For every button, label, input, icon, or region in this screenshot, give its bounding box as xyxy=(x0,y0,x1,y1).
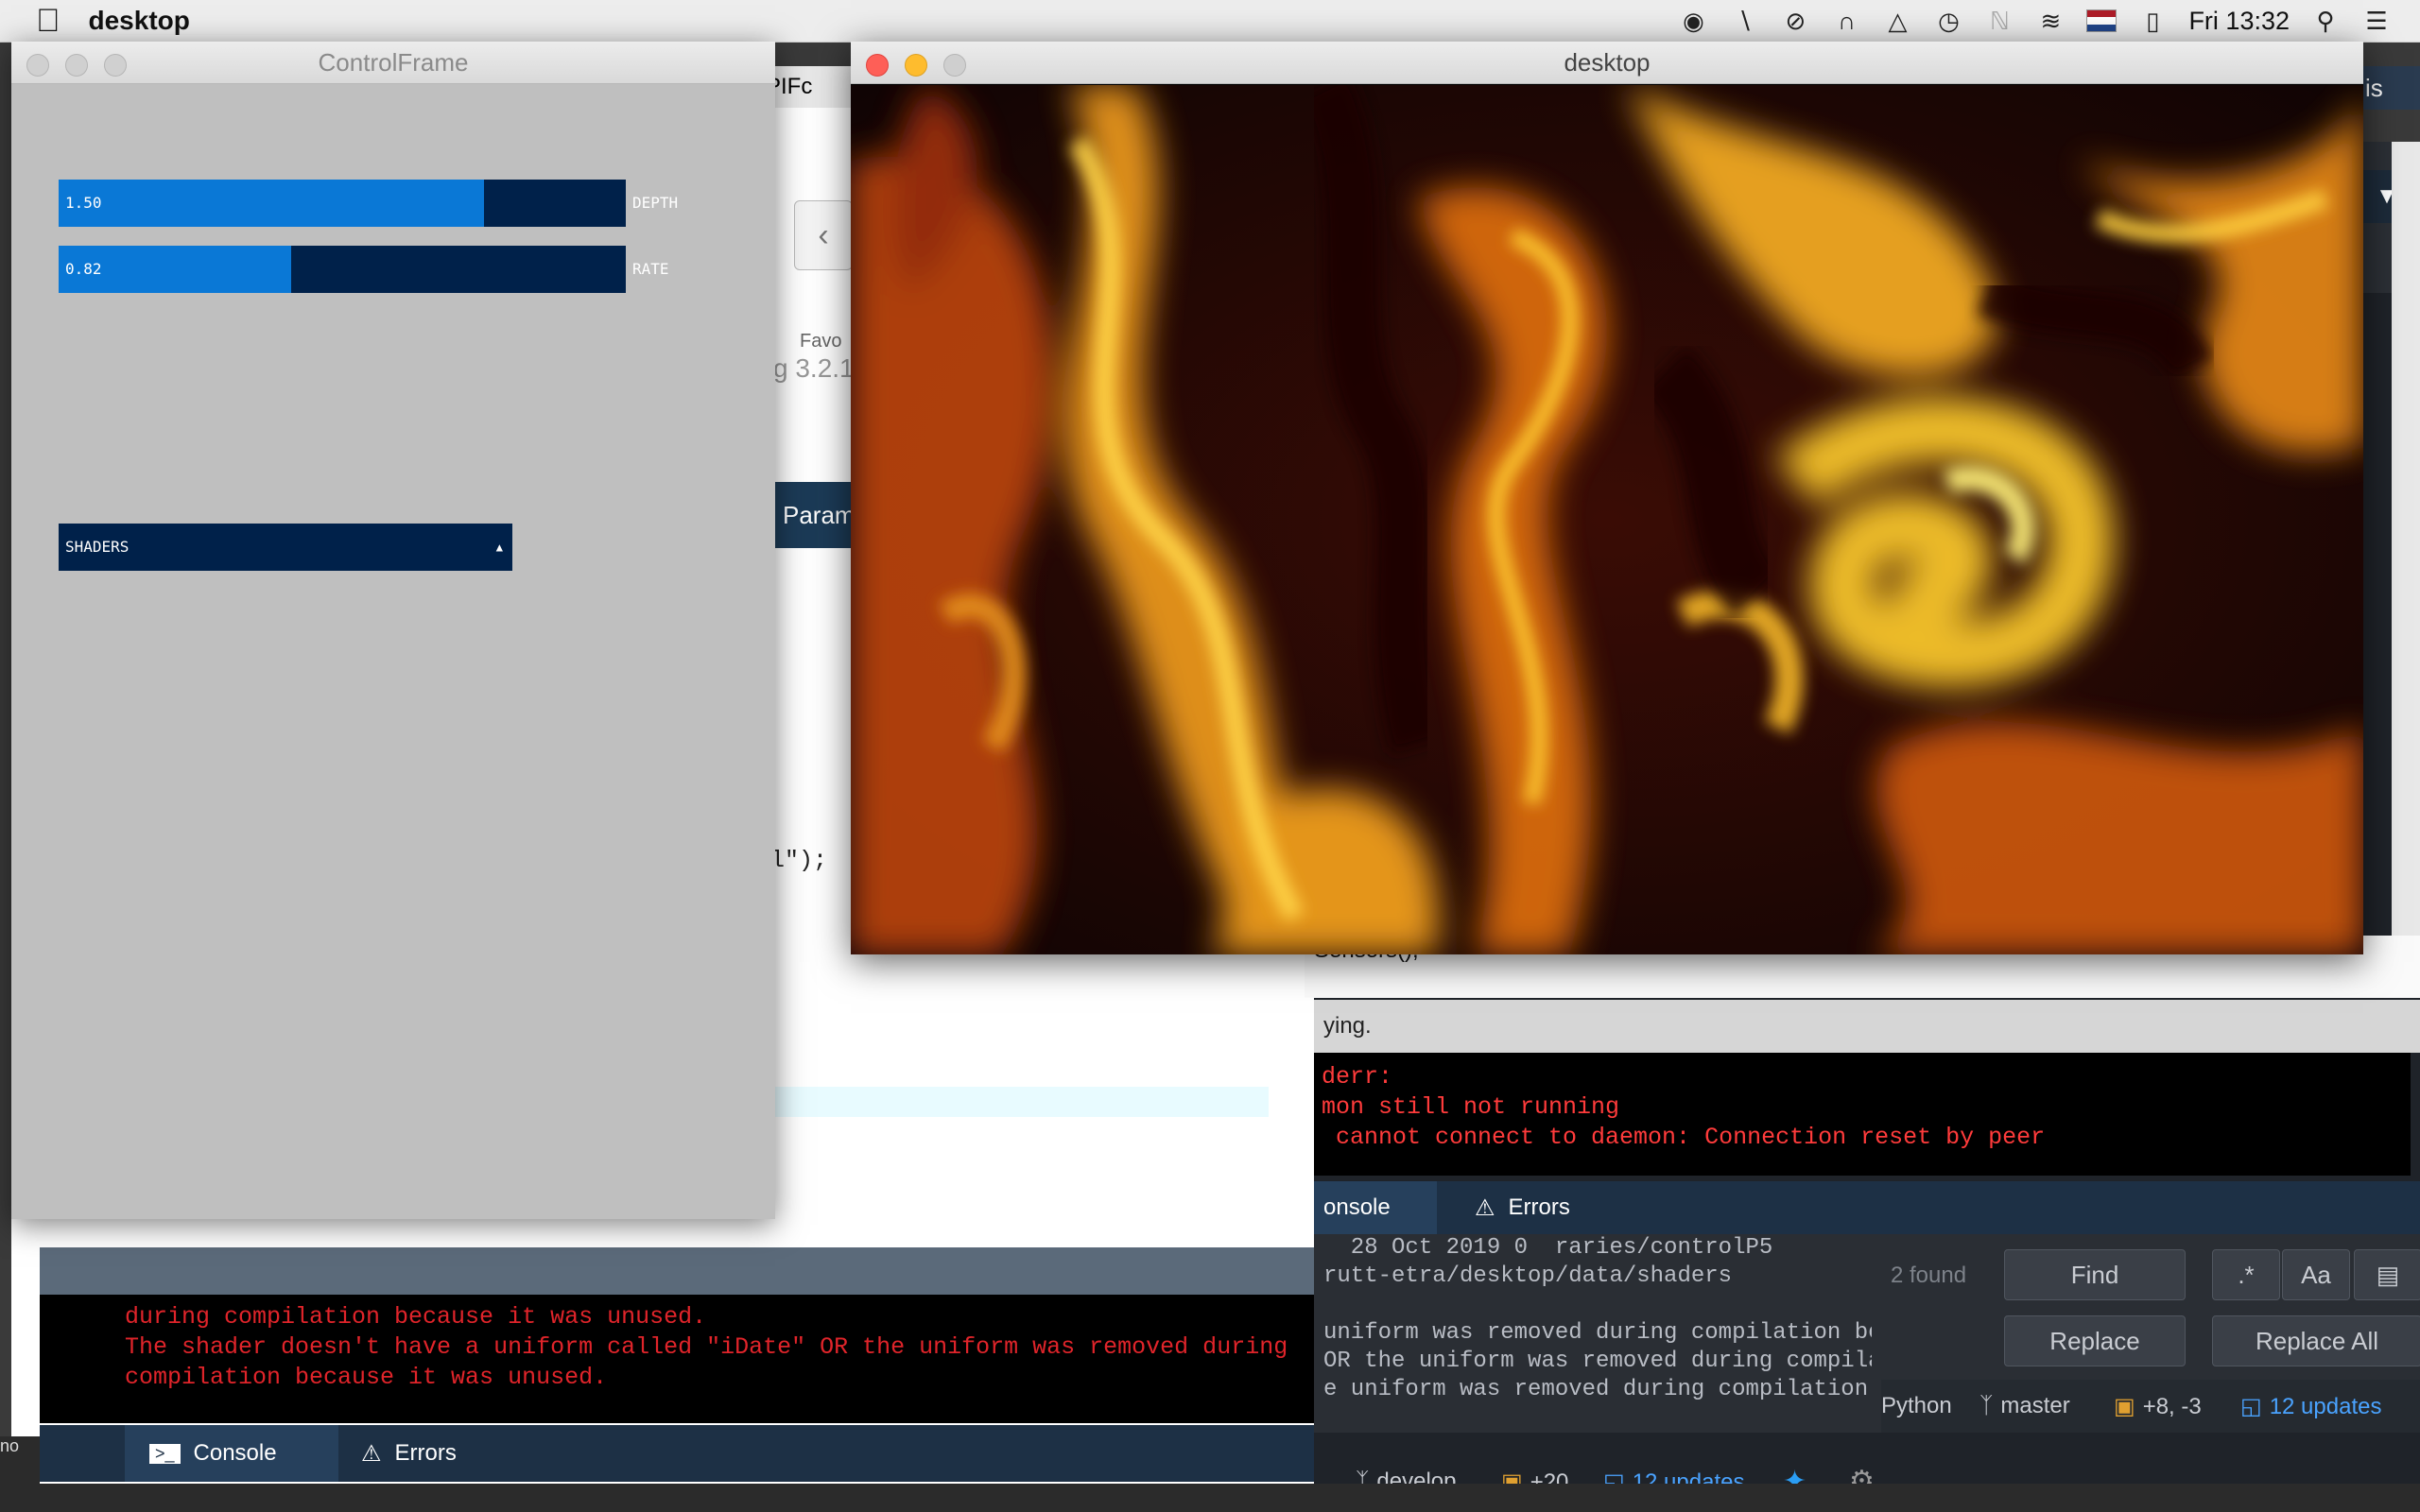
branch-label: master xyxy=(2000,1393,2070,1418)
result-line: uniform was removed during compilation b… xyxy=(1323,1320,1872,1346)
find-button[interactable]: Find xyxy=(2004,1249,2186,1300)
branch-icon: ᛉ xyxy=(1979,1393,1994,1418)
console-header xyxy=(40,1247,1325,1295)
close-icon[interactable] xyxy=(866,54,889,77)
scrollbar[interactable] xyxy=(2392,142,2420,992)
editor-console-tabs: >_ Console ⚠ Errors xyxy=(40,1425,1325,1482)
minimize-icon[interactable] xyxy=(905,54,927,77)
case-toggle[interactable]: Aa xyxy=(2282,1249,2350,1300)
editor-tab[interactable]: PIFc xyxy=(766,66,860,108)
version-label: g 3.2.1 xyxy=(773,353,855,383)
rate-slider[interactable]: 0.82 RATE xyxy=(59,246,669,293)
updates-label: 12 updates xyxy=(2269,1393,2382,1419)
tab-console-label: Console xyxy=(193,1440,277,1466)
spotify-icon[interactable]: ◉ xyxy=(1678,6,1708,36)
favorites-label: Favo xyxy=(800,331,842,352)
result-line: OR the uniform was removed during compil… xyxy=(1323,1349,1872,1374)
tab-errors-label: Errors xyxy=(394,1440,457,1466)
clock[interactable]: Fri 13:32 xyxy=(2188,7,2290,36)
maximize-icon[interactable] xyxy=(943,54,966,77)
atom-status-line: ying. xyxy=(1314,1000,2420,1053)
search-icon[interactable]: ⚲ xyxy=(2310,6,2341,36)
drive-icon[interactable]: △ xyxy=(1882,6,1912,36)
found-count: 2 found xyxy=(1891,1263,1967,1288)
wand-icon[interactable]: ∖ xyxy=(1729,6,1759,36)
window-title: ControlFrame xyxy=(318,48,469,77)
result-line: rutt-etra/desktop/data/shaders xyxy=(1323,1263,1733,1289)
caret-up-icon: ▲ xyxy=(495,541,503,554)
atom-console: derr: mon still not running cannot conne… xyxy=(1314,1053,2411,1176)
diff-label: +8, -3 xyxy=(2142,1393,2202,1419)
window-controls xyxy=(866,54,966,77)
tab-console-label: onsole xyxy=(1323,1194,1391,1220)
left-fragment: no xyxy=(0,1436,40,1484)
status-area: ◉ ∖ ⊘ ∩ △ ◷ ℕ ≋ ▯ Fri 13:32 ⚲ ☰ xyxy=(1678,0,2392,42)
slider-value: 1.50 xyxy=(65,194,102,212)
result-line: 28 Oct 2019 0 raries/controlP5 xyxy=(1323,1235,1773,1261)
slider-value: 0.82 xyxy=(65,260,102,278)
list-icon[interactable]: ☰ xyxy=(2361,6,2392,36)
menu-bar:  desktop ◉ ∖ ⊘ ∩ △ ◷ ℕ ≋ ▯ Fri 13:32 ⚲ … xyxy=(0,0,2420,43)
branch-selector[interactable]: ᛉ master xyxy=(1979,1393,2070,1419)
tab-errors-label: Errors xyxy=(1508,1194,1570,1220)
shaders-dropdown[interactable]: SHADERS ▲ xyxy=(59,524,512,571)
close-icon[interactable] xyxy=(26,54,49,77)
tab-errors[interactable]: ⚠ Errors xyxy=(342,1425,531,1482)
window-title: desktop xyxy=(1564,48,1651,77)
titlebar[interactable]: desktop xyxy=(851,42,2363,84)
wifi-icon[interactable]: ≋ xyxy=(2035,6,2066,36)
dock xyxy=(0,1484,2420,1512)
find-results: 28 Oct 2019 0 raries/controlP5 rutt-etra… xyxy=(1323,1234,1872,1433)
whole-word-icon[interactable]: ▤ xyxy=(2354,1249,2420,1300)
grammar-selector[interactable]: Python xyxy=(1881,1393,1952,1419)
circle-icon[interactable]: ⊘ xyxy=(1780,6,1810,36)
apple-icon[interactable]:  xyxy=(36,3,60,40)
console-line: derr: xyxy=(1322,1063,1393,1091)
app-name[interactable]: desktop xyxy=(89,6,190,36)
updates-indicator[interactable]: ◱ 12 updates xyxy=(2240,1393,2381,1420)
flag-nl-icon[interactable] xyxy=(2086,9,2118,32)
replace-button[interactable]: Replace xyxy=(2004,1315,2186,1366)
tab-console[interactable]: >_ Console xyxy=(125,1425,338,1482)
bluetooth-icon[interactable]: ℕ xyxy=(1984,6,2014,36)
code-line: l"); xyxy=(770,847,828,874)
console-line: The shader doesn't have a uniform called… xyxy=(125,1333,1288,1361)
lock-icon[interactable]: ∩ xyxy=(1831,6,1861,36)
diff-icon: ▣ xyxy=(2114,1394,2135,1419)
maximize-icon[interactable] xyxy=(104,54,127,77)
window-controls xyxy=(26,54,127,77)
console-line: mon still not running xyxy=(1322,1093,1620,1121)
battery-icon[interactable]: ▯ xyxy=(2137,6,2168,36)
minimize-icon[interactable] xyxy=(65,54,88,77)
depth-slider[interactable]: 1.50 DEPTH xyxy=(59,180,678,227)
warning-icon: ⚠ xyxy=(361,1440,382,1467)
console-line: cannot connect to daemon: Connection res… xyxy=(1322,1124,2046,1151)
shader-canvas[interactable] xyxy=(851,85,2363,954)
titlebar[interactable]: ControlFrame xyxy=(11,42,775,84)
diff-indicator[interactable]: ▣ +8, -3 xyxy=(2114,1393,2202,1420)
slider-label: DEPTH xyxy=(632,194,679,212)
tab-errors[interactable]: ⚠ Errors xyxy=(1456,1181,1626,1234)
console-line: during compilation because it was unused… xyxy=(125,1303,707,1331)
back-button[interactable]: ‹ xyxy=(794,200,853,270)
dropdown-label: SHADERS xyxy=(65,538,130,556)
package-icon: ◱ xyxy=(2240,1394,2262,1419)
controlframe-window: ControlFrame 1.50 DEPTH 0.82 RATE SHADER… xyxy=(11,42,775,1219)
time-machine-icon[interactable]: ◷ xyxy=(1933,6,1963,36)
slider-label: RATE xyxy=(632,260,669,278)
atom-status-bar-upper: Python ᛉ master ▣ +8, -3 ◱ 12 updates xyxy=(1881,1380,2420,1433)
regex-toggle[interactable]: .* xyxy=(2212,1249,2280,1300)
atom-console-tabs: onsole ⚠ Errors xyxy=(1314,1181,2420,1234)
result-line: e uniform was removed during compilation… xyxy=(1323,1377,1869,1402)
console-line: compilation because it was unused. xyxy=(125,1364,608,1391)
slider-fill xyxy=(59,180,484,227)
terminal-icon: >_ xyxy=(149,1443,181,1464)
replace-all-button[interactable]: Replace All xyxy=(2212,1315,2420,1366)
tab-console[interactable]: onsole xyxy=(1314,1181,1437,1234)
warning-icon: ⚠ xyxy=(1475,1194,1495,1221)
editor-console: during compilation because it was unused… xyxy=(40,1295,1325,1423)
